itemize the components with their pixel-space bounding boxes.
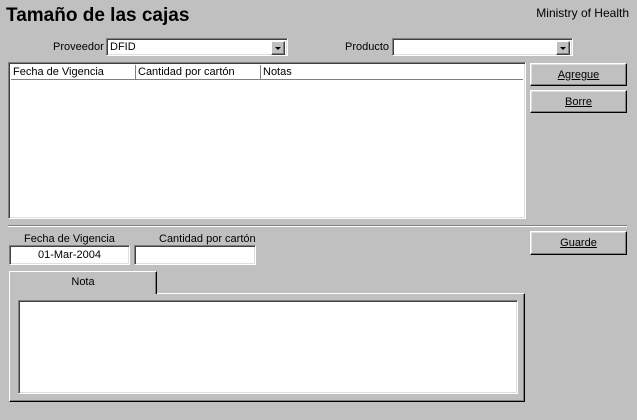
note-tab-panel — [9, 293, 525, 402]
qty-per-carton-label: Cantidad por cartón — [159, 233, 256, 245]
column-header-qty-per-carton[interactable]: Cantidad por cartón — [136, 65, 261, 80]
grid-header: Fecha de Vigencia Cantidad por cartón No… — [11, 65, 523, 80]
save-button-label: Guarde — [560, 237, 597, 249]
product-label: Producto — [345, 41, 390, 53]
page-title: Tamaño de las cajas — [6, 5, 190, 26]
delete-button[interactable]: Borre — [530, 90, 627, 113]
delete-button-label: Borre — [565, 95, 592, 108]
chevron-down-icon — [275, 46, 281, 50]
product-dropdown-button[interactable] — [556, 41, 570, 55]
effective-date-field[interactable]: 01-Mar-2004 — [9, 245, 130, 265]
organization-label: Ministry of Health — [536, 6, 629, 20]
product-combo[interactable] — [392, 38, 573, 56]
save-button[interactable]: Guarde — [530, 231, 627, 255]
effective-date-label: Fecha de Vigencia — [24, 233, 115, 245]
divider — [8, 225, 627, 227]
column-header-notes[interactable]: Notas — [261, 65, 525, 80]
box-size-grid[interactable]: Fecha de Vigencia Cantidad por cartón No… — [8, 62, 526, 219]
qty-per-carton-field[interactable] — [134, 245, 256, 265]
add-button-label: Agregue — [557, 68, 600, 81]
supplier-value: DFID — [110, 41, 136, 53]
supplier-dropdown-button[interactable] — [271, 41, 285, 55]
chevron-down-icon — [560, 46, 566, 50]
supplier-label: Proveedor — [53, 41, 104, 53]
tab-note[interactable]: Nota — [9, 271, 157, 294]
add-button[interactable]: Agregue — [530, 63, 627, 86]
note-textarea[interactable] — [18, 300, 518, 394]
supplier-combo[interactable]: DFID — [106, 38, 288, 56]
column-header-effective-date[interactable]: Fecha de Vigencia — [11, 65, 136, 80]
